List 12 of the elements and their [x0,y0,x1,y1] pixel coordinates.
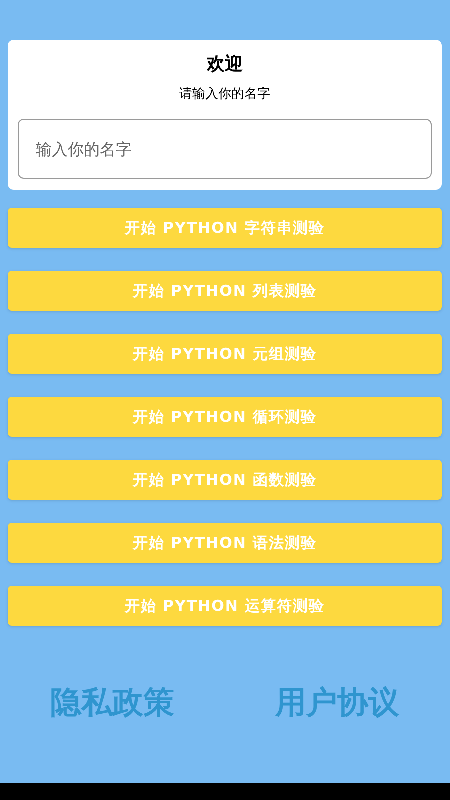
start-quiz-button[interactable]: 开始 PYTHON 循环测验 [8,397,442,437]
welcome-title: 欢迎 [207,53,243,77]
name-input-field[interactable]: 输入你的名字 [18,119,432,179]
start-quiz-button[interactable]: 开始 PYTHON 函数测验 [8,460,442,500]
footer-link[interactable]: 用户协议 [276,680,400,726]
start-quiz-button[interactable]: 开始 PYTHON 运算符测验 [8,586,442,626]
start-quiz-button[interactable]: 开始 PYTHON 列表测验 [8,271,442,311]
start-quiz-button[interactable]: 开始 PYTHON 字符串测验 [8,208,442,248]
footer-link[interactable]: 隐私政策 [50,680,174,726]
start-quiz-button[interactable]: 开始 PYTHON 元组测验 [8,334,442,374]
welcome-subtitle: 请输入你的名字 [180,86,270,104]
start-quiz-button[interactable]: 开始 PYTHON 语法测验 [8,523,442,563]
